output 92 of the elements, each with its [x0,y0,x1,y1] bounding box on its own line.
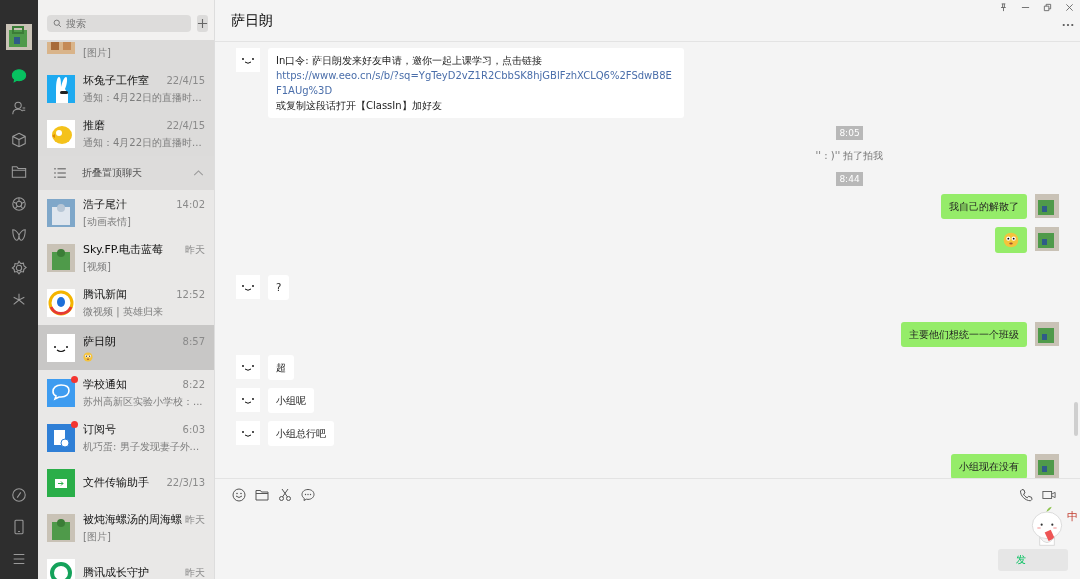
add-button[interactable] [197,15,208,32]
chat-item[interactable]: Sky.FP.电击蓝莓 昨天 [视频] [38,235,214,280]
chat-item[interactable]: 坏兔子工作室 22/4/15 通知：4月22日的直播时... [38,66,214,111]
maximize-icon[interactable] [1043,3,1052,12]
plus-icon [197,18,208,29]
chat-name: 订阅号 [83,421,116,437]
close-icon[interactable] [1065,3,1074,12]
input-method-label[interactable]: 中 [1067,509,1078,524]
chat-name: 腾讯成长守护 [83,565,149,579]
chat-item[interactable]: 浩子尾汁 14:02 [动画表情] [38,190,214,235]
chat-item[interactable]: 订阅号 6:03 机巧蛋: 男子发现妻子外... [38,415,214,460]
chat-item[interactable]: 推磨 22/4/15 通知：4月22日的直播时... [38,111,214,156]
scissors-icon[interactable] [278,488,292,502]
message-bubble: 超 [268,355,294,380]
link-icon[interactable] [11,487,27,503]
phone-icon[interactable] [11,519,27,535]
folded-pinned-chats[interactable]: 折叠置顶聊天 [38,156,214,190]
search-field[interactable]: 搜索 [47,15,191,32]
video-call-icon[interactable] [1042,488,1056,502]
chat-preview: 苏州高新区实验小学校：... [83,394,204,409]
message-text: 或复制这段话打开【ClassIn】加好友 [276,99,443,113]
system-message: '' : )'' 拍了拍我 [815,149,884,163]
chat-item[interactable]: 萨日朗 8:57 [38,325,214,370]
chat-item[interactable]: 学校通知 8:22 苏州高新区实验小学校：... [38,370,214,415]
list-icon [54,168,66,178]
chat-time: 昨天 [185,566,205,579]
chat-preview: 机巧蛋: 男子发现妻子外... [83,439,201,454]
chat-time: 6:03 [182,423,205,435]
chat-name: 浩子尾汁 [83,196,127,212]
message-bubble: 小组呢 [268,388,314,413]
chat-preview: [动画表情] [83,214,132,229]
chat-time: 22/4/15 [166,74,205,86]
pin-icon[interactable] [999,3,1008,12]
chat-name: 坏兔子工作室 [83,72,149,88]
cube-icon[interactable] [11,132,27,148]
message-bubble: 小组现在没有 [951,454,1027,478]
phone-icon[interactable] [1019,488,1033,502]
avatar-icon [236,355,260,379]
chat-icon[interactable] [11,68,27,84]
avatar-icon [236,388,260,412]
contacts-icon[interactable] [11,100,27,116]
scrollbar[interactable] [1074,402,1078,436]
chat-time: 昨天 [185,512,205,527]
more-icon[interactable] [1062,23,1074,27]
chat-title: 萨日朗 [231,11,273,30]
chat-name: 腾讯新闻 [83,286,127,302]
timestamp: 8:05 [836,126,863,140]
message-text: In口令: 萨日朗发来好友申请，邀你一起上课学习，点击链接 [276,54,543,68]
chat-time: 昨天 [185,242,205,257]
chat-preview: 通知：4月22日的直播时... [83,90,203,105]
menu-icon[interactable] [11,551,27,567]
chat-item[interactable]: 腾讯新闻 12:52 微视频 | 英雄归来 [38,280,214,325]
chat-item[interactable]: 文件传输助手 22/3/13 [38,460,214,505]
message-bubble: 小组总行吧 [268,421,334,446]
avatar-icon [236,275,260,299]
flushed-face-icon [1003,232,1019,248]
avatar-icon [236,48,260,72]
chat-preview: 微视频 | 英雄归来 [83,304,164,319]
chat-name: 萨日朗 [83,333,116,349]
gear-icon[interactable] [11,260,27,276]
chat-time: 12:52 [176,288,205,300]
avatar-icon [236,421,260,445]
message-link[interactable]: https://www.eeo.cn/s/b/?sq=YgTeyD2vZ1R2CbbSK8hjGBlFzhXCLQ6%2FSdwB8EF1AUg%3D [276,68,676,98]
folder-icon[interactable] [255,488,269,502]
search-icon [53,19,62,28]
chat-time: 8:22 [182,378,205,390]
chat-time: 22/4/15 [166,119,205,131]
butterfly-icon[interactable] [11,228,27,244]
chat-name: 推磨 [83,117,105,133]
timestamp: 8:44 [836,172,863,186]
message-bubble: ? [268,275,290,300]
chat-item[interactable]: 腾讯成长守护 昨天 [38,550,214,579]
aperture-icon[interactable] [11,196,27,212]
chat-name: Sky.FP.电击蓝莓 [83,241,164,257]
chat-name: 学校通知 [83,376,127,392]
chat-preview: [图片] [83,46,111,60]
chat-time: 22/3/13 [166,477,205,488]
speech-bubble-icon[interactable] [301,488,315,502]
mascot-drawing [1030,504,1064,548]
chat-preview: [图片] [83,529,112,544]
chat-preview: 通知：4月22日的直播时... [83,135,203,150]
message-bubble: 主要他们想统一一个班级 [901,322,1027,347]
message-bubble: 我自己的解散了 [941,194,1027,219]
chat-name: 被炖海螺汤的周海螺 [83,511,182,527]
chat-time: 8:57 [182,335,205,347]
chat-item[interactable]: 被炖海螺汤的周海螺 昨天 [图片] [38,505,214,550]
emoji-icon[interactable] [232,488,246,502]
chat-name: 文件传输助手 [83,475,149,490]
chat-preview: [视频] [83,259,112,274]
chat-time: 14:02 [176,198,205,210]
folder-icon[interactable] [11,164,27,180]
sparkle-icon[interactable] [11,292,27,308]
